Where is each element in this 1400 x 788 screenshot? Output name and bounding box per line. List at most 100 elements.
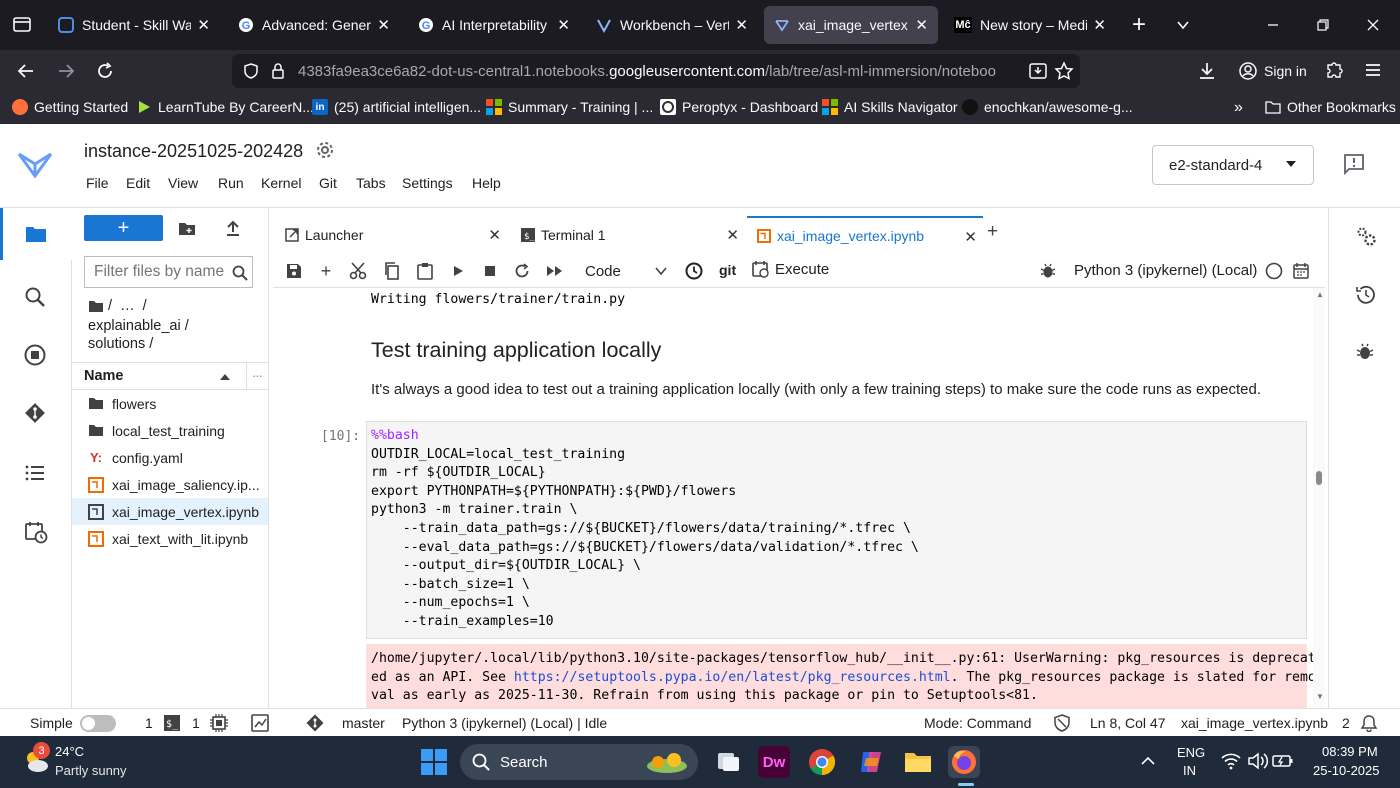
cut-icon[interactable]	[349, 262, 367, 280]
file-row-config-yaml[interactable]: Y: config.yaml	[72, 444, 268, 471]
sidebar-tab-files[interactable]	[0, 208, 72, 260]
new-launcher-button[interactable]: +	[84, 215, 163, 241]
volume-icon[interactable]	[1247, 752, 1269, 770]
menu-settings[interactable]: Settings	[402, 175, 453, 191]
hamburger-menu-icon[interactable]	[1364, 61, 1382, 79]
tab-launcher[interactable]: Launcher ✕	[273, 216, 507, 254]
reload-icon[interactable]	[95, 61, 115, 81]
terminals-count[interactable]: 1	[145, 715, 153, 731]
column-resize-handle[interactable]: …	[246, 363, 268, 390]
bookmark-star-icon[interactable]	[1054, 61, 1074, 81]
execute-button[interactable]: Execute	[751, 260, 829, 278]
save-icon[interactable]	[285, 262, 303, 280]
close-window-icon[interactable]	[1360, 12, 1386, 38]
git-diff-button[interactable]: git	[719, 262, 736, 278]
kernel-chip-icon[interactable]	[210, 714, 228, 732]
system-tray-chevron-up-icon[interactable]	[1140, 753, 1156, 769]
bookmark-peroptyx[interactable]: Peroptyx - Dashboard	[660, 99, 818, 115]
bookmark-summary-training[interactable]: Summary - Training | ...	[486, 99, 653, 115]
lock-icon[interactable]	[270, 62, 286, 80]
close-tab-icon[interactable]: ✕	[1093, 16, 1106, 34]
name-column-header[interactable]: Name …	[72, 362, 268, 390]
wifi-icon[interactable]	[1221, 752, 1241, 770]
resource-usage-icon[interactable]	[251, 714, 269, 732]
other-bookmarks[interactable]: Other Bookmarks	[1265, 99, 1396, 115]
tab-list-icon[interactable]	[12, 14, 32, 34]
setuptools-link[interactable]: https://setuptools.pypa.io/en/latest/pkg…	[514, 670, 951, 685]
kernel-name-button[interactable]: Python 3 (ipykernel) (Local)	[1074, 262, 1257, 279]
menu-run[interactable]: Run	[218, 175, 244, 191]
simple-mode-toggle[interactable]	[80, 715, 116, 732]
trusted-shield-icon[interactable]	[1054, 714, 1070, 732]
run-icon[interactable]	[449, 262, 467, 280]
restart-kernel-icon[interactable]	[513, 262, 531, 280]
bookmark-linkedin[interactable]: in (25) artificial intelligen...	[312, 99, 481, 115]
bookmark-learntube[interactable]: LearnTube By CareerN...	[136, 99, 314, 115]
clock-date[interactable]: 25-10-2025	[1313, 763, 1380, 778]
browser-tab-xai-image-vertex[interactable]: xai_image_vertex.ipy ✕	[764, 6, 938, 44]
git-branch-icon[interactable]	[306, 714, 324, 732]
git-branch-label[interactable]: master	[342, 715, 385, 731]
notification-count[interactable]: 2	[1342, 715, 1350, 731]
url-bar[interactable]: 4383fa9ea3ce6a82-dot-us-central1.noteboo…	[232, 54, 1080, 88]
copilot-icon[interactable]	[855, 746, 887, 778]
browser-tab-ai-interpretability[interactable]: G AI Interpretability & ✕	[408, 6, 580, 44]
kernels-count[interactable]: 1	[192, 715, 200, 731]
browser-tab-skillwallet[interactable]: Student - Skill Walle ✕	[48, 6, 220, 44]
menu-view[interactable]: View	[168, 175, 198, 191]
copy-icon[interactable]	[383, 262, 401, 280]
bookmark-getting-started[interactable]: Getting Started	[12, 99, 128, 115]
back-icon[interactable]	[16, 61, 36, 81]
close-tab-icon[interactable]: ✕	[557, 16, 570, 34]
clock-time[interactable]: 08:39 PM	[1322, 744, 1378, 759]
scrollbar-thumb[interactable]	[1316, 471, 1322, 485]
sidebar-tab-toc[interactable]	[24, 462, 46, 484]
cursor-position[interactable]: Ln 8, Col 47	[1090, 715, 1166, 731]
notebook-content[interactable]: Writing flowers/trainer/train.py Test tr…	[273, 288, 1313, 708]
upload-icon[interactable]	[225, 220, 241, 236]
file-row-xai-text-with-lit[interactable]: xai_text_with_lit.ipynb	[72, 525, 268, 552]
more-bookmarks-icon[interactable]: »	[1234, 99, 1243, 117]
battery-icon[interactable]	[1272, 752, 1294, 770]
downloads-icon[interactable]	[1197, 61, 1217, 81]
close-tab-icon[interactable]: ✕	[488, 226, 501, 244]
cell-type-select[interactable]: Code	[583, 258, 673, 284]
browser-tab-medium[interactable]: Mĉ New story – Mediun ✕	[944, 6, 1116, 44]
close-tab-icon[interactable]: ✕	[377, 16, 390, 34]
bookmark-awesome-g[interactable]: enochkan/awesome-g...	[962, 99, 1133, 115]
sidebar-tab-scheduler[interactable]	[24, 520, 48, 544]
new-tab-icon[interactable]: +	[1126, 11, 1152, 38]
tab-terminal[interactable]: $_ Terminal 1 ✕	[509, 216, 745, 254]
menu-help[interactable]: Help	[472, 175, 501, 191]
paste-icon[interactable]	[416, 262, 434, 280]
close-tab-icon[interactable]: ✕	[964, 228, 977, 246]
breadcrumb-root[interactable]: / … /	[108, 298, 147, 314]
minimize-icon[interactable]	[1260, 12, 1286, 38]
language-line1[interactable]: ENG	[1177, 745, 1205, 760]
machine-type-select[interactable]: e2-standard-4	[1152, 145, 1314, 185]
kernel-status[interactable]: Python 3 (ipykernel) (Local) | Idle	[402, 715, 607, 731]
scroll-up-icon[interactable]: ▲	[1316, 290, 1324, 299]
menu-kernel[interactable]: Kernel	[261, 175, 301, 191]
breadcrumb-explainable-ai[interactable]: explainable_ai /	[88, 318, 189, 334]
notifications-center-icon[interactable]	[1386, 748, 1396, 774]
sidebar-tab-git[interactable]	[24, 402, 46, 424]
add-tab-icon[interactable]: +	[987, 221, 998, 243]
file-row-local-test-training[interactable]: local_test_training	[72, 417, 268, 444]
dreamweaver-icon[interactable]: Dw	[758, 746, 790, 778]
history-clock-icon[interactable]	[685, 262, 703, 280]
taskbar-search[interactable]: Search	[460, 744, 698, 780]
insert-cell-icon[interactable]: +	[317, 261, 335, 281]
schedule-icon[interactable]	[1292, 262, 1310, 280]
sidebar-tab-running[interactable]	[24, 344, 46, 366]
sidebar-tab-search[interactable]	[24, 286, 46, 308]
temperature[interactable]: 24°C	[55, 744, 84, 759]
firefox-taskbar-icon[interactable]	[948, 746, 980, 778]
bookmark-ai-skills-navigator[interactable]: AI Skills Navigator	[822, 99, 958, 115]
close-tab-icon[interactable]: ✕	[197, 16, 210, 34]
language-line2[interactable]: IN	[1183, 763, 1196, 778]
menu-edit[interactable]: Edit	[126, 175, 150, 191]
chevron-down-icon[interactable]	[1170, 12, 1196, 38]
shield-icon[interactable]	[242, 62, 260, 80]
extensions-icon[interactable]	[1324, 61, 1344, 81]
